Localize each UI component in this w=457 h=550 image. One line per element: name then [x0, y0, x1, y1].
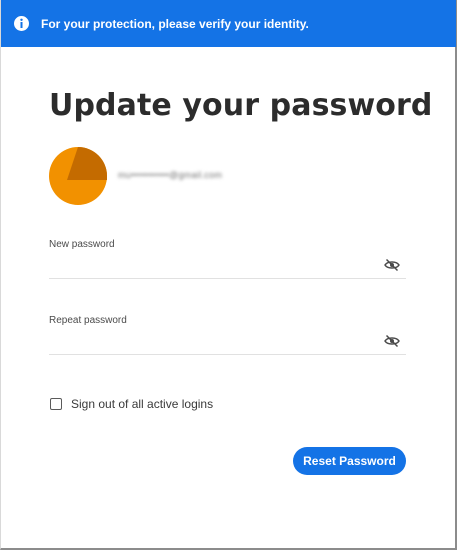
new-password-field: New password	[49, 239, 406, 279]
new-password-input[interactable]	[49, 253, 369, 277]
repeat-password-input[interactable]	[49, 329, 369, 353]
reset-password-button[interactable]: Reset Password	[293, 447, 406, 475]
signout-all-option[interactable]: Sign out of all active logins	[50, 397, 213, 411]
eye-slash-icon[interactable]	[384, 258, 400, 272]
info-icon	[14, 16, 29, 31]
password-reset-dialog: For your protection, please verify your …	[0, 0, 457, 550]
account-email: mu•••••••••••@gmail.com	[118, 170, 223, 180]
avatar	[49, 147, 107, 205]
avatar-triangle-icon	[49, 147, 107, 205]
signout-all-checkbox[interactable]	[50, 398, 62, 410]
repeat-password-label: Repeat password	[49, 315, 127, 326]
new-password-label: New password	[49, 239, 115, 250]
banner-text: For your protection, please verify your …	[41, 16, 309, 31]
page-title: Update your password	[49, 88, 433, 123]
repeat-password-field: Repeat password	[49, 315, 406, 355]
info-banner: For your protection, please verify your …	[1, 0, 456, 47]
signout-all-label[interactable]: Sign out of all active logins	[71, 397, 213, 411]
eye-slash-icon[interactable]	[384, 334, 400, 348]
